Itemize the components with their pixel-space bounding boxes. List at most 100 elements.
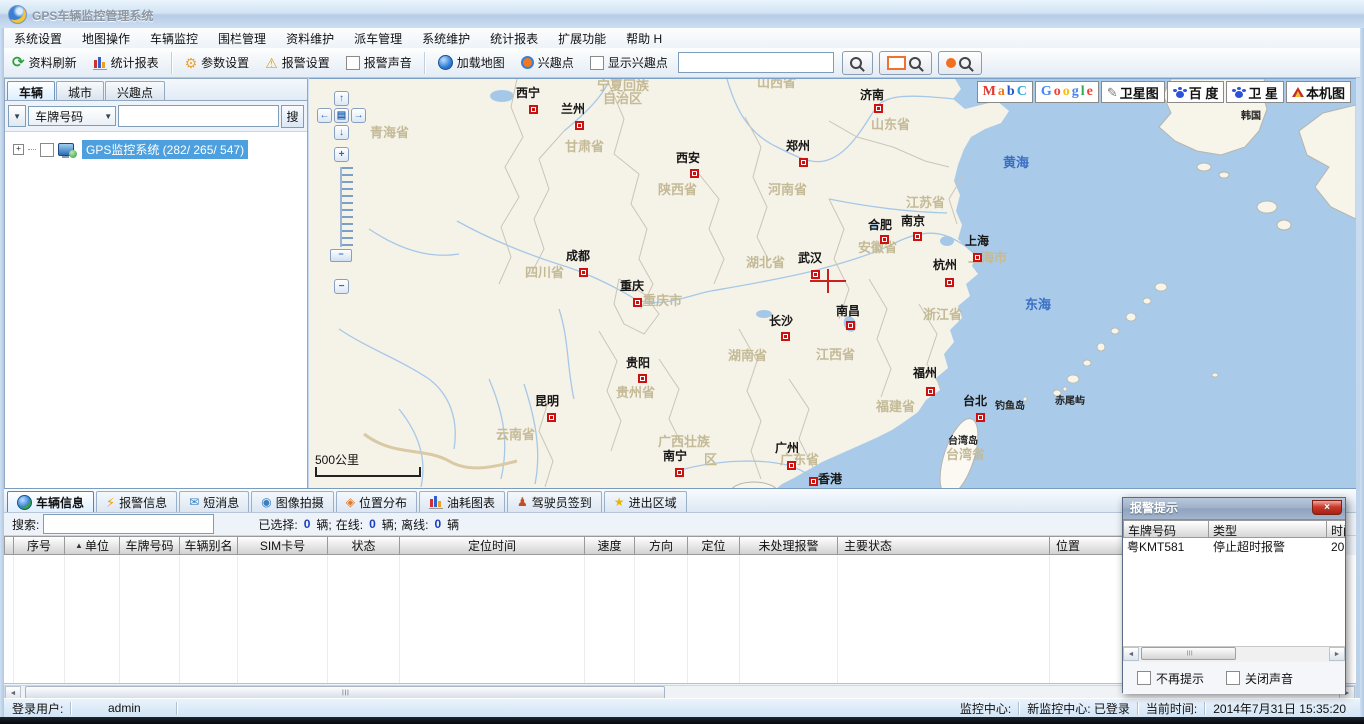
scroll-right-button[interactable]: ► <box>1329 647 1345 661</box>
bottom-tab-1[interactable]: ⚡报警信息 <box>96 491 177 512</box>
menu-item-3[interactable]: 围栏管理 <box>208 28 276 49</box>
city-marker[interactable] <box>547 413 556 422</box>
map-layer-button-mapabc[interactable]: MabC <box>977 81 1033 103</box>
area-search-button[interactable] <box>879 51 932 75</box>
city-marker[interactable] <box>575 121 584 130</box>
city-marker[interactable] <box>880 235 889 244</box>
tree-root-row[interactable]: + GPS监控系统 (282/ 265/ 547) <box>13 140 307 159</box>
menu-item-5[interactable]: 派车管理 <box>344 28 412 49</box>
column-header-0[interactable] <box>4 536 14 555</box>
zoom-slider-thumb[interactable]: − <box>330 249 352 262</box>
column-header-1[interactable]: 序号 <box>14 536 65 555</box>
search-field-combo[interactable]: 车牌号码 ▼ <box>28 106 116 126</box>
alarm-sound-toggle[interactable]: 报警声音 <box>338 50 420 75</box>
menu-item-2[interactable]: 车辆监控 <box>140 28 208 49</box>
sidebar-tab-2[interactable]: 兴趣点 <box>105 81 165 100</box>
pan-up-button[interactable]: ↑ <box>334 91 349 106</box>
title-bar[interactable]: GPS车辆监控管理系统 <box>0 0 1364 29</box>
city-marker[interactable] <box>809 477 818 486</box>
pan-down-button[interactable]: ↓ <box>334 125 349 140</box>
show-poi-toggle[interactable]: 显示兴趣点 <box>582 50 676 75</box>
bottom-tab-0[interactable]: 车辆信息 <box>7 491 94 512</box>
sidebar-tab-0[interactable]: 车辆 <box>7 81 55 100</box>
city-marker[interactable] <box>529 105 538 114</box>
column-header-7[interactable]: 定位时间 <box>400 536 585 555</box>
bottom-tab-7[interactable]: ★进出区域 <box>604 491 687 512</box>
city-marker[interactable] <box>787 461 796 470</box>
filter-search-input[interactable] <box>43 514 214 534</box>
column-header-3[interactable]: 车牌号码 <box>120 536 180 555</box>
zoom-slider-track[interactable] <box>340 167 353 247</box>
alert-h-scrollbar[interactable]: ◄ ► <box>1123 646 1345 662</box>
bottom-tab-6[interactable]: ♟驾驶员签到 <box>507 491 602 512</box>
zoom-in-button[interactable]: + <box>334 147 349 162</box>
menu-item-6[interactable]: 系统维护 <box>412 28 480 49</box>
plate-search-input[interactable] <box>118 105 279 127</box>
alert-column-header-0[interactable]: 车牌号码 <box>1123 520 1209 538</box>
poi-search-button[interactable] <box>938 51 982 75</box>
map-layer-button-google[interactable]: Google <box>1035 81 1099 103</box>
alert-column-header-1[interactable]: 类型 <box>1209 520 1327 538</box>
params-button[interactable]: ⚙ 参数设置 <box>177 50 258 75</box>
column-header-2[interactable]: ▲单位 <box>65 536 120 555</box>
tree-root-checkbox[interactable] <box>40 143 54 157</box>
city-marker[interactable] <box>675 468 684 477</box>
bottom-tab-3[interactable]: ◉图像拍摄 <box>251 491 334 512</box>
column-header-9[interactable]: 方向 <box>635 536 688 555</box>
plate-search-button[interactable]: 搜 <box>281 105 304 128</box>
city-marker[interactable] <box>874 104 883 113</box>
bottom-tab-5[interactable]: 油耗图表 <box>419 491 505 512</box>
city-marker[interactable] <box>579 268 588 277</box>
no-more-prompt-toggle[interactable]: 不再提示 <box>1137 670 1204 687</box>
city-marker[interactable] <box>811 270 820 279</box>
city-marker[interactable] <box>926 387 935 396</box>
mute-sound-toggle[interactable]: 关闭声音 <box>1226 670 1293 687</box>
city-marker[interactable] <box>846 321 855 330</box>
mute-sound-checkbox[interactable] <box>1226 671 1240 685</box>
alarm-sound-checkbox[interactable] <box>346 56 360 70</box>
bottom-tab-2[interactable]: ✉短消息 <box>179 491 249 512</box>
pan-right-button[interactable]: → <box>351 108 366 123</box>
map-layer-button-baidu-satellite[interactable]: 卫 星 <box>1226 81 1284 103</box>
menu-item-4[interactable]: 资料维护 <box>276 28 344 49</box>
search-button[interactable] <box>842 51 873 75</box>
menu-item-8[interactable]: 扩展功能 <box>548 28 616 49</box>
menu-item-1[interactable]: 地图操作 <box>72 28 140 49</box>
map-layer-button-local-map[interactable]: 本机图 <box>1286 81 1351 103</box>
alert-popup-titlebar[interactable]: 报警提示 × <box>1123 498 1345 519</box>
map-canvas[interactable]: 宁夏回族自治区山西省青海省甘肃省陕西省河南省山东省江苏省安徽省上海市湖北省四川省… <box>309 78 1356 489</box>
column-header-6[interactable]: 状态 <box>328 536 400 555</box>
city-marker[interactable] <box>913 232 922 241</box>
column-header-11[interactable]: 未处理报警 <box>740 536 838 555</box>
map-layer-button-satellite-map[interactable]: ✎卫星图 <box>1101 81 1165 103</box>
close-icon[interactable]: × <box>1312 500 1342 515</box>
city-marker[interactable] <box>799 158 808 167</box>
city-marker[interactable] <box>973 253 982 262</box>
city-marker[interactable] <box>781 332 790 341</box>
city-marker[interactable] <box>945 278 954 287</box>
column-header-10[interactable]: 定位 <box>688 536 740 555</box>
tree-expand-icon[interactable]: + <box>13 144 24 155</box>
column-header-5[interactable]: SIM卡号 <box>238 536 328 555</box>
alert-row[interactable]: 粤KMT581停止超时报警20 <box>1123 538 1345 556</box>
tree-collapse-dropdown[interactable]: ▼ <box>8 105 26 127</box>
city-marker[interactable] <box>976 413 985 422</box>
refresh-button[interactable]: ⟳ 资料刷新 <box>4 50 85 75</box>
pan-left-button[interactable]: ← <box>317 108 332 123</box>
scroll-left-button[interactable]: ◄ <box>1123 647 1139 661</box>
poi-button[interactable]: 兴趣点 <box>513 50 582 75</box>
no-more-prompt-checkbox[interactable] <box>1137 671 1151 685</box>
alert-column-header-2[interactable]: 时间 <box>1327 520 1345 538</box>
menu-item-0[interactable]: 系统设置 <box>4 28 72 49</box>
menu-item-7[interactable]: 统计报表 <box>480 28 548 49</box>
column-header-8[interactable]: 速度 <box>585 536 635 555</box>
city-marker[interactable] <box>690 169 699 178</box>
city-marker[interactable] <box>633 298 642 307</box>
column-header-4[interactable]: 车辆别名 <box>180 536 238 555</box>
toolbar-search-input[interactable] <box>678 52 834 73</box>
pan-center-button[interactable]: ▤ <box>334 108 349 123</box>
map-layer-button-baidu[interactable]: 百 度 <box>1167 81 1225 103</box>
report-button[interactable]: 统计报表 <box>85 50 167 75</box>
sidebar-tab-1[interactable]: 城市 <box>56 81 104 100</box>
scrollbar-thumb[interactable] <box>1141 647 1236 660</box>
